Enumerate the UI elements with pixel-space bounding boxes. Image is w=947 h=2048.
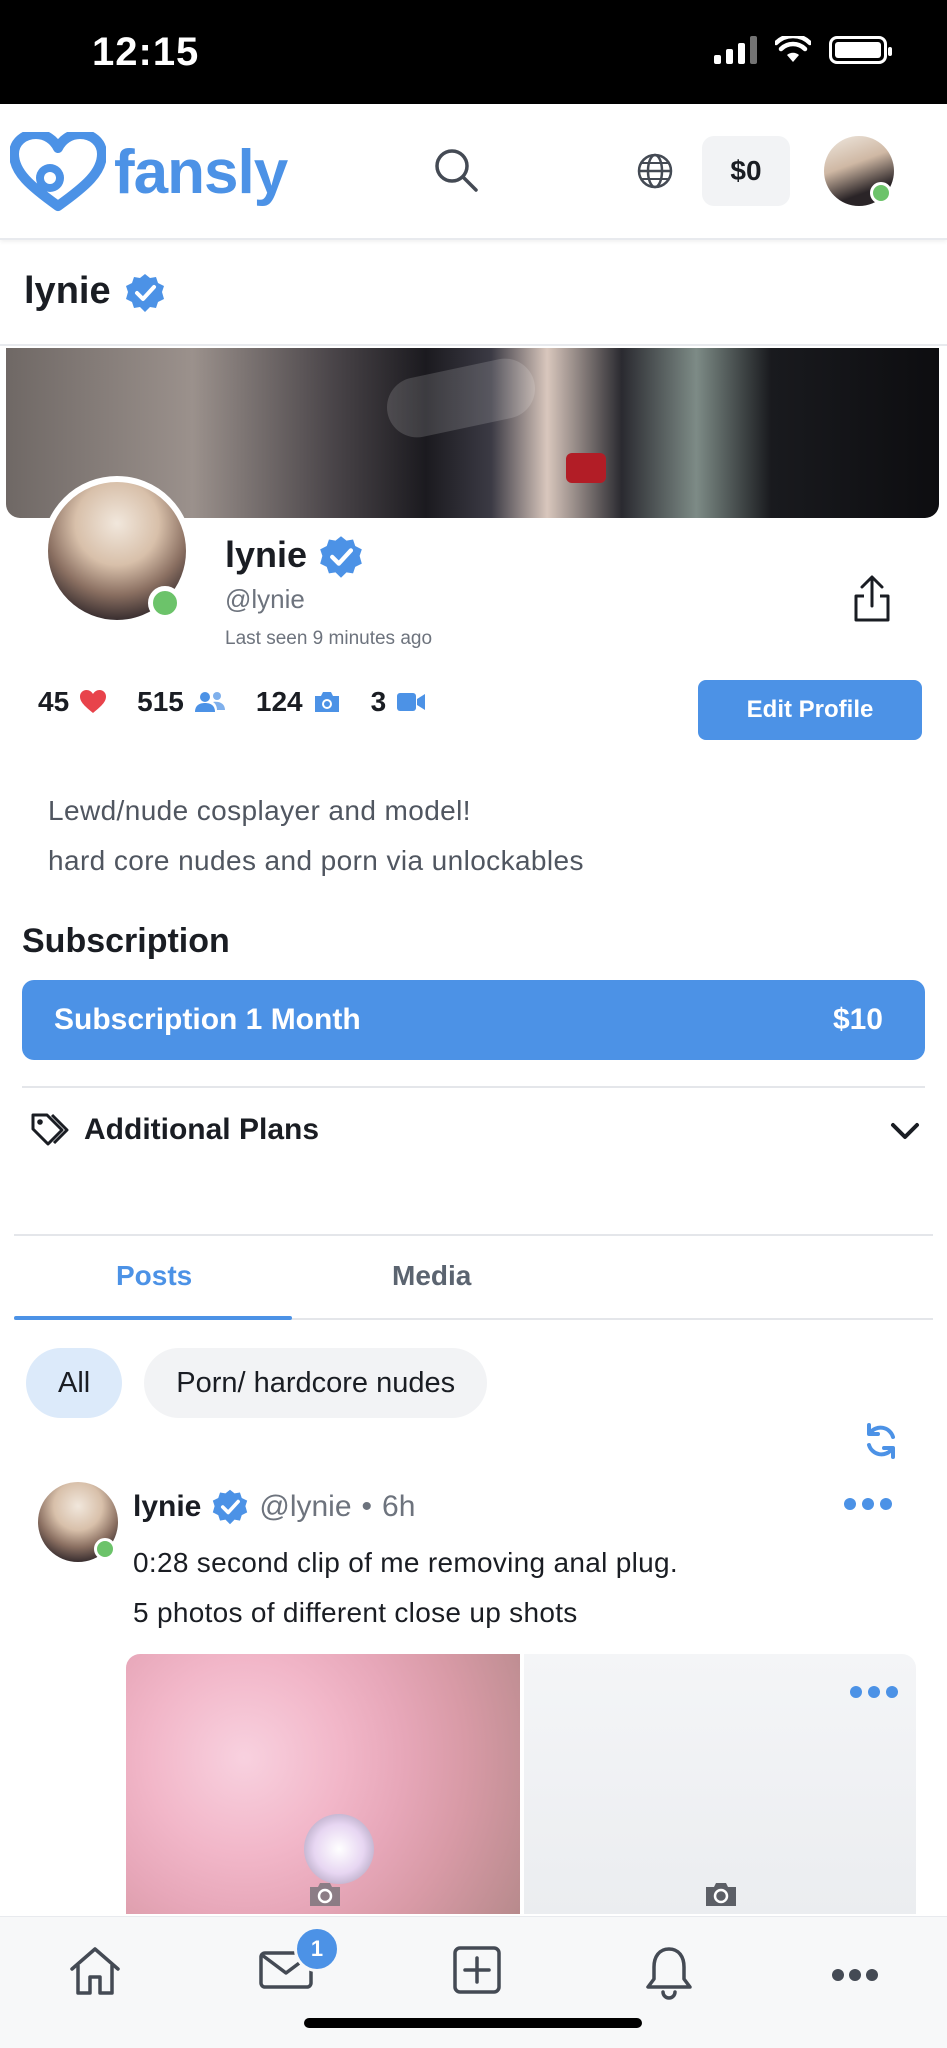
videos-count: 3 — [370, 686, 387, 717]
followers-count: 515 — [137, 686, 184, 717]
edit-profile-button[interactable]: Edit Profile — [698, 680, 922, 740]
bio-line: Lewd/nude cosplayer and model! — [48, 795, 471, 826]
photos-count: 124 — [255, 686, 303, 717]
fansly-logo[interactable]: fansly — [10, 132, 288, 212]
post-separator: • — [361, 1490, 373, 1523]
verified-badge-icon — [320, 536, 362, 578]
brand-name: fansly — [114, 137, 288, 207]
photo-camera-icon — [310, 1883, 340, 1906]
likes-count: 45 — [38, 686, 70, 717]
post-timestamp: 6h — [382, 1490, 416, 1523]
top-navigation-bar: fansly $0 — [0, 104, 947, 240]
verified-badge-icon — [126, 274, 164, 312]
subscription-plan-label: Subscription 1 Month — [54, 1003, 361, 1036]
create-post-icon[interactable] — [452, 1945, 502, 1995]
additional-plans-label: Additional Plans — [84, 1113, 320, 1146]
profile-title-row: lynie — [0, 242, 947, 346]
search-icon[interactable] — [432, 146, 480, 194]
refresh-icon[interactable] — [862, 1422, 900, 1460]
last-seen-text: Last seen 9 minutes ago — [225, 628, 433, 649]
more-options-icon[interactable] — [842, 1496, 894, 1512]
profile-bio: Lewd/nude cosplayer and model! hard core… — [48, 786, 584, 886]
post-filter-chips: All Porn/ hardcore nudes — [26, 1348, 488, 1418]
globe-icon[interactable] — [636, 152, 674, 190]
wallet-balance-button[interactable]: $0 — [702, 136, 790, 206]
verified-badge-icon — [213, 1489, 248, 1525]
subscribe-button[interactable]: Subscription 1 Month $10 — [22, 980, 925, 1060]
tab-posts[interactable]: Posts — [116, 1260, 192, 1292]
content-tabs: Posts Media — [14, 1240, 933, 1320]
status-icons — [714, 36, 892, 64]
post-text-line: 0:28 second clip of me removing anal plu… — [133, 1547, 678, 1578]
post-text-line: 5 photos of different close up shots — [133, 1597, 578, 1628]
active-tab-indicator — [14, 1316, 292, 1320]
chevron-down-icon[interactable] — [890, 1120, 920, 1142]
filter-chip-all[interactable]: All — [26, 1348, 123, 1418]
online-status-dot — [148, 586, 182, 620]
bio-line: hard core nudes and porn via unlockables — [48, 845, 584, 876]
subscription-heading: Subscription — [22, 922, 230, 960]
home-indicator — [304, 2018, 642, 2028]
followers-stat: 515 — [137, 686, 226, 718]
battery-icon — [829, 36, 892, 64]
profile-stats: 45 515 124 3 — [38, 686, 456, 718]
post-author-name[interactable]: lynie — [133, 1490, 201, 1524]
subscription-price: $10 — [832, 1003, 883, 1036]
users-icon — [194, 692, 225, 712]
notifications-icon[interactable] — [644, 1945, 694, 2001]
heart-icon — [80, 690, 107, 713]
tab-media[interactable]: Media — [392, 1260, 471, 1292]
post-body: 0:28 second clip of me removing anal plu… — [133, 1538, 678, 1638]
post-media-thumbnail[interactable] — [126, 1654, 520, 1914]
photos-stat: 124 — [256, 686, 341, 718]
online-status-dot — [94, 1538, 116, 1560]
profile-display-name: lynie — [225, 534, 308, 575]
status-bar: 12:15 — [0, 0, 947, 104]
divider — [14, 1234, 933, 1236]
videos-stat: 3 — [371, 686, 427, 718]
likes-stat: 45 — [38, 686, 107, 718]
cellular-signal-icon — [714, 36, 757, 64]
share-icon[interactable] — [850, 574, 894, 624]
unread-messages-badge: 1 — [294, 1926, 340, 1972]
more-options-icon[interactable] — [848, 1684, 900, 1700]
page-title: lynie — [24, 270, 111, 312]
more-menu-icon[interactable] — [830, 1967, 880, 1983]
post-header: lynie @lynie • 6h — [133, 1488, 415, 1526]
online-status-dot — [870, 182, 892, 204]
divider — [22, 1086, 925, 1088]
profile-handle: @lynie — [225, 584, 305, 614]
post-author-handle[interactable]: @lynie — [259, 1490, 351, 1524]
heart-logo-icon — [10, 132, 106, 211]
photo-camera-icon — [706, 1883, 736, 1906]
video-camera-icon — [397, 693, 426, 711]
status-time: 12:15 — [92, 30, 200, 74]
wifi-icon — [775, 36, 811, 62]
home-icon[interactable] — [68, 1945, 122, 1997]
additional-plans-toggle[interactable]: Additional Plans — [30, 1112, 319, 1148]
tag-icon — [31, 1113, 69, 1146]
bottom-navigation — [0, 1916, 947, 2048]
camera-icon — [314, 692, 339, 712]
filter-chip-tag[interactable]: Porn/ hardcore nudes — [144, 1348, 488, 1418]
